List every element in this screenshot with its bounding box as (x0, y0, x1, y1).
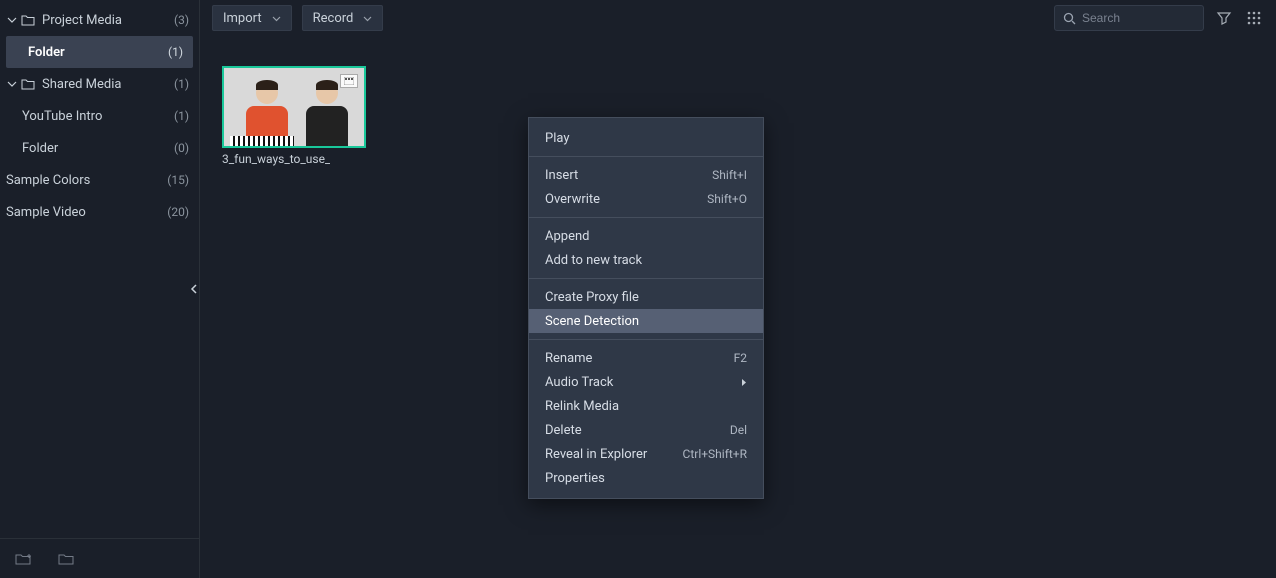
menu-item-label: Relink Media (545, 399, 747, 414)
folder-icon[interactable] (56, 549, 76, 569)
tree-item-sample-colors[interactable]: Sample Colors (15) (0, 164, 199, 196)
menu-item-add-track[interactable]: Add to new track (529, 248, 763, 272)
menu-item-shortcut: Shift+I (712, 168, 747, 182)
menu-item-shortcut: F2 (734, 351, 747, 365)
tree-item-label: Sample Colors (6, 173, 167, 188)
tree-item-folder-empty[interactable]: Folder (0) (0, 132, 199, 164)
grid-view-icon[interactable] (1244, 8, 1264, 28)
tree-item-label: YouTube Intro (22, 109, 174, 124)
tree-item-count: (20) (167, 205, 189, 219)
toolbar: Import Record (200, 0, 1276, 36)
tree-item-count: (1) (174, 77, 189, 91)
clip-badge-icon (340, 74, 358, 88)
tree-item-project-media[interactable]: Project Media (3) (0, 4, 199, 36)
sidebar: Project Media (3) Folder (1) Shared Medi… (0, 0, 200, 578)
tree-item-label: Sample Video (6, 205, 167, 220)
chevron-down-icon (363, 14, 372, 23)
tree-item-label: Shared Media (42, 77, 174, 92)
menu-separator (529, 278, 763, 279)
menu-item-label: Play (545, 131, 747, 146)
tree-item-label: Project Media (42, 13, 174, 28)
tree-item-count: (3) (174, 13, 189, 27)
app-root: Project Media (3) Folder (1) Shared Medi… (0, 0, 1276, 578)
menu-separator (529, 217, 763, 218)
menu-item-shortcut: Ctrl+Shift+R (683, 447, 747, 461)
menu-item-properties[interactable]: Properties (529, 466, 763, 490)
tree-item-count: (1) (174, 109, 189, 123)
sidebar-footer (0, 538, 199, 578)
menu-separator (529, 339, 763, 340)
menu-item-append[interactable]: Append (529, 224, 763, 248)
menu-item-label: Delete (545, 423, 730, 438)
search-box[interactable] (1054, 5, 1204, 31)
tree-item-count: (0) (174, 141, 189, 155)
context-menu: Play Insert Shift+I Overwrite Shift+O Ap… (528, 117, 764, 499)
menu-item-audio-track[interactable]: Audio Track (529, 370, 763, 394)
folder-icon (20, 76, 36, 92)
filter-icon[interactable] (1214, 8, 1234, 28)
menu-item-create-proxy[interactable]: Create Proxy file (529, 285, 763, 309)
button-label: Import (223, 11, 262, 26)
menu-item-reveal-explorer[interactable]: Reveal in Explorer Ctrl+Shift+R (529, 442, 763, 466)
menu-item-label: Insert (545, 168, 712, 183)
button-label: Record (313, 11, 354, 26)
chevron-right-icon (737, 378, 747, 387)
chevron-down-icon (6, 14, 18, 26)
tree-item-count: (1) (168, 45, 183, 59)
media-tree: Project Media (3) Folder (1) Shared Medi… (0, 0, 199, 538)
menu-item-label: Append (545, 229, 747, 244)
menu-item-label: Rename (545, 351, 734, 366)
menu-item-label: Audio Track (545, 375, 737, 390)
thumbnail-caption: 3_fun_ways_to_use_ (222, 152, 330, 166)
menu-item-label: Overwrite (545, 192, 707, 207)
menu-item-overwrite[interactable]: Overwrite Shift+O (529, 187, 763, 211)
new-folder-plus-icon[interactable] (14, 549, 34, 569)
menu-item-shortcut: Del (730, 423, 747, 437)
tree-item-label: Folder (28, 45, 168, 60)
menu-item-label: Add to new track (545, 253, 747, 268)
tree-item-shared-media[interactable]: Shared Media (1) (0, 68, 199, 100)
thumbnail-image (222, 66, 366, 148)
menu-item-scene-detection[interactable]: Scene Detection (529, 309, 763, 333)
menu-item-label: Reveal in Explorer (545, 447, 683, 462)
menu-item-delete[interactable]: Delete Del (529, 418, 763, 442)
tree-item-sample-video[interactable]: Sample Video (20) (0, 196, 199, 228)
menu-item-play[interactable]: Play (529, 126, 763, 150)
menu-item-label: Properties (545, 471, 747, 486)
menu-item-rename[interactable]: Rename F2 (529, 346, 763, 370)
menu-item-shortcut: Shift+O (707, 192, 747, 206)
menu-item-insert[interactable]: Insert Shift+I (529, 163, 763, 187)
folder-icon (20, 12, 36, 28)
menu-item-label: Scene Detection (545, 314, 747, 329)
menu-separator (529, 156, 763, 157)
tree-item-count: (15) (167, 173, 189, 187)
import-button[interactable]: Import (212, 5, 292, 31)
search-icon (1063, 12, 1076, 25)
tree-item-youtube-intro[interactable]: YouTube Intro (1) (0, 100, 199, 132)
tree-item-label: Folder (22, 141, 174, 156)
chevron-down-icon (272, 14, 281, 23)
main-panel: Import Record (200, 0, 1276, 578)
chevron-down-icon (6, 78, 18, 90)
record-button[interactable]: Record (302, 5, 384, 31)
media-thumbnail[interactable]: 3_fun_ways_to_use_ (222, 66, 366, 166)
tree-item-folder-selected[interactable]: Folder (1) (6, 36, 193, 68)
search-input[interactable] (1082, 11, 1195, 25)
menu-item-label: Create Proxy file (545, 290, 747, 305)
sidebar-collapse-handle[interactable] (187, 279, 201, 299)
menu-item-relink-media[interactable]: Relink Media (529, 394, 763, 418)
